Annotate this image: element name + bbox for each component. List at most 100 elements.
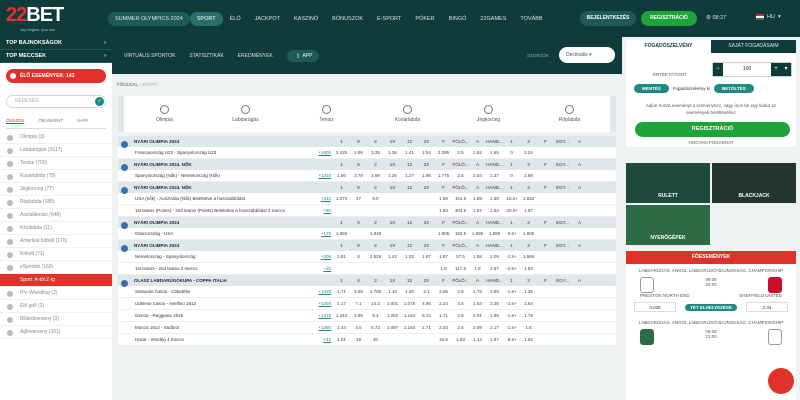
match-name[interactable]: Genoa - Reggiana 1919: [118, 313, 318, 318]
nav-bingo[interactable]: BINGÓ: [442, 12, 474, 26]
odd-cell[interactable]: 1.86: [333, 173, 350, 178]
odd-cell[interactable]: 1.36: [384, 150, 401, 155]
language-selector[interactable]: HU ▾: [756, 14, 781, 20]
odd-cell[interactable]: 1.001: [384, 301, 401, 306]
odd-cell[interactable]: 1.87: [486, 337, 503, 342]
nav-esport[interactable]: E-SPORT: [370, 12, 408, 26]
odd-cell[interactable]: -20.5+: [503, 208, 520, 213]
tab-all[interactable]: ÖSSZES: [6, 118, 25, 124]
odd-cell[interactable]: 4.5: [452, 301, 469, 306]
odd-cell[interactable]: 1.13: [469, 337, 486, 342]
odd-cell[interactable]: 1.26: [401, 289, 418, 294]
odd-cell[interactable]: 8.4: [367, 313, 384, 318]
sidebar-item-tennis[interactable]: Tenisz (700): [0, 157, 112, 170]
nav-live[interactable]: ÉLŐ: [223, 12, 248, 26]
odd-cell[interactable]: 1.63: [469, 301, 486, 306]
odd-cell[interactable]: 1.062: [384, 313, 401, 318]
odd-cell[interactable]: 1.8: [469, 266, 486, 271]
odd-cell[interactable]: -2.5+: [503, 266, 520, 271]
odd-cell[interactable]: 1.65: [486, 150, 503, 155]
more-markets-link[interactable]: +175: [318, 231, 333, 236]
odd-cell[interactable]: 1.75: [469, 289, 486, 294]
sidebar-item-a-to-z[interactable]: Sport: A-tól Z-ig: [0, 274, 112, 287]
odd-cell[interactable]: 2.5: [452, 173, 469, 178]
match-name[interactable]: 1st teams (Points) - 2nd teams (Points) …: [118, 208, 318, 213]
how-to-bet-link[interactable]: HOGYAN FOGADHAT: [626, 140, 796, 145]
more-markets-link[interactable]: +20: [318, 266, 333, 271]
odd-cell[interactable]: 1.82: [520, 337, 537, 342]
odd-cell[interactable]: 10.5: [435, 337, 452, 342]
odd-cell[interactable]: 1.37: [486, 173, 503, 178]
search-input[interactable]: KERESÉS ⌕: [6, 95, 106, 108]
odd-cell[interactable]: 1.343: [333, 313, 350, 318]
live-events-button[interactable]: ÉLŐ ESEMÉNYEK: 143: [6, 69, 106, 83]
odd-cell[interactable]: 1.64: [520, 301, 537, 306]
odd-cell[interactable]: 30: [367, 337, 384, 342]
odd-cell[interactable]: 2.09: [469, 325, 486, 330]
odd-cell[interactable]: 2.89: [486, 289, 503, 294]
odd-cell[interactable]: 2.24: [520, 150, 537, 155]
odd-cell[interactable]: 1.87: [486, 266, 503, 271]
sport-tab-basketball[interactable]: Kosárlabda: [367, 96, 448, 132]
tab-my-bets[interactable]: SAJÁT FOGADÁSAIM: [711, 40, 796, 53]
odd-cell[interactable]: 1.89: [435, 196, 452, 201]
more-markets-link[interactable]: +1290: [318, 325, 333, 330]
odd-cell[interactable]: -0.5+: [503, 231, 520, 236]
table-row[interactable]: Udinese Calcio - Avellino 1912 +1304 1.17 7…: [118, 298, 616, 310]
game-roulette[interactable]: RULETT: [626, 163, 710, 203]
odd-cell[interactable]: 1.83: [520, 266, 537, 271]
tab-bet-slip[interactable]: FOGADÓSZELVÉNY: [626, 40, 711, 53]
more-markets-link[interactable]: +1310: [318, 173, 333, 178]
more-markets-link[interactable]: +42: [318, 337, 333, 342]
slip-register-button[interactable]: REGISZTRÁCIÓ: [635, 122, 790, 137]
odd-cell[interactable]: 2.71: [418, 325, 435, 330]
odd-cell[interactable]: 0: [503, 173, 520, 178]
sport-tab-football[interactable]: Labdarúgás: [205, 96, 286, 132]
odd-cell[interactable]: 1.856: [333, 231, 350, 236]
odd-cell[interactable]: 2.395: [435, 150, 452, 155]
sidebar-item-other[interactable]: Agleverseny (101): [0, 326, 112, 339]
game-blackjack[interactable]: BLACKJACK: [712, 163, 796, 203]
minus-icon[interactable]: −: [713, 63, 723, 76]
odd-cell[interactable]: 1.895: [469, 231, 486, 236]
odd-cell[interactable]: 1.949: [367, 231, 384, 236]
sidebar-item-volleyball[interactable]: Röplabda (185): [0, 196, 112, 209]
odd-cell[interactable]: 1.097: [384, 325, 401, 330]
chevron-down-icon[interactable]: ▾: [781, 63, 791, 76]
tab-daily[interactable]: NAPI: [77, 118, 88, 124]
odd-cell[interactable]: 304.5: [452, 208, 469, 213]
top-matches-header[interactable]: TOP MECCSEK ›: [0, 50, 112, 63]
odd-cell[interactable]: -1.5+: [503, 254, 520, 259]
odd-cell[interactable]: -8.5+: [503, 337, 520, 342]
odd-cell[interactable]: -1.5+: [503, 289, 520, 294]
results-link[interactable]: EREDMÉNYEK: [238, 53, 273, 59]
odd-cell[interactable]: 1.83: [452, 337, 469, 342]
sidebar-item-handball[interactable]: Kézilabda (11): [0, 222, 112, 235]
chat-icon[interactable]: [768, 368, 794, 394]
odd-cell[interactable]: 1.184: [401, 325, 418, 330]
odd-cell[interactable]: 1.81: [333, 254, 350, 259]
more-markets-link[interactable]: +1328: [318, 289, 333, 294]
odd-cell[interactable]: 27: [350, 196, 367, 201]
odd-cell[interactable]: 7.1: [350, 301, 367, 306]
sidebar-item-american-football[interactable]: Amerikai futball (170): [0, 235, 112, 248]
odd-cell[interactable]: 1.86: [486, 313, 503, 318]
odd-cell[interactable]: 2.5: [452, 313, 469, 318]
plus-icon[interactable]: +: [771, 63, 781, 76]
odd-cell[interactable]: 2.04: [469, 173, 486, 178]
odd-cell[interactable]: 2.17: [486, 325, 503, 330]
odd-home[interactable]: 3.038: [634, 302, 676, 312]
sidebar-item-table-tennis[interactable]: Asztalitenisz (648): [0, 209, 112, 222]
odd-cell[interactable]: 1.9: [435, 266, 452, 271]
stake-stepper[interactable]: − 100 + ▾: [712, 62, 792, 77]
sidebar-item-football[interactable]: Labdarúgás (1617): [0, 144, 112, 157]
odd-cell[interactable]: 1.89: [469, 196, 486, 201]
odd-cell[interactable]: 1.87: [469, 208, 486, 213]
table-row[interactable]: Franciaország U23 - Spanyolország U23 +18…: [118, 147, 616, 159]
odd-cell[interactable]: 182.5: [452, 231, 469, 236]
table-row[interactable]: USA (nők) - Ausztrália (Nők) Belekötve a…: [118, 193, 616, 205]
table-row[interactable]: Genoa - Reggiana 1919 +1218 1.343 4.95 8.4 1.…: [118, 310, 616, 322]
odd-cell[interactable]: 2.5: [452, 289, 469, 294]
nav-more[interactable]: TOVÁBB: [513, 12, 549, 26]
odd-cell[interactable]: 1.905: [435, 231, 452, 236]
